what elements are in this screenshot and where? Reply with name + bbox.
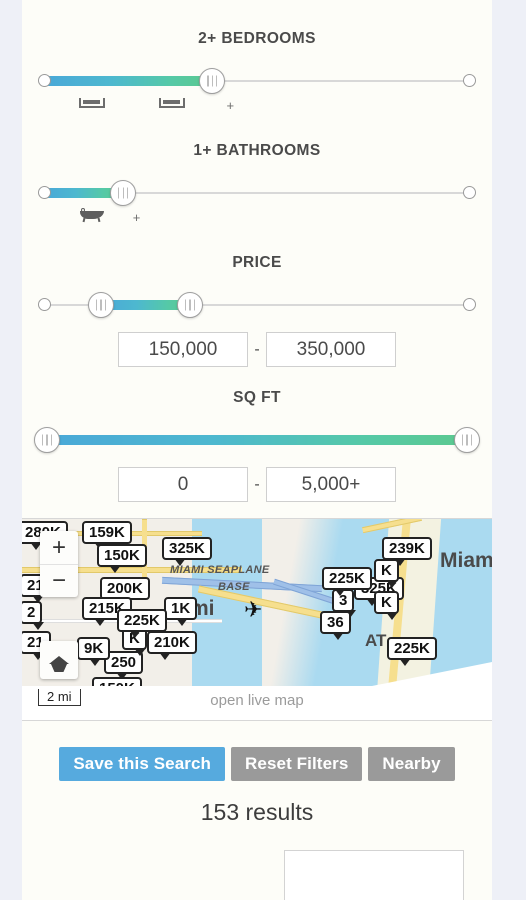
slider-fill — [44, 435, 470, 445]
map-price-pin[interactable]: 225K — [117, 609, 167, 638]
grip-icon — [462, 434, 472, 446]
bedrooms-slider-handle[interactable] — [199, 68, 226, 94]
map-price-pin[interactable]: 159K — [82, 521, 132, 550]
filter-sqft: SQ FT - — [22, 367, 492, 502]
slider-fill — [44, 76, 213, 86]
grip-icon — [207, 75, 218, 87]
slider-endcap-left — [38, 186, 51, 199]
bathrooms-slider-handle[interactable] — [110, 180, 137, 206]
map-price-pin[interactable]: 225K — [387, 637, 437, 666]
filter-bedrooms: 2+ BEDROOMS + — [22, 0, 492, 120]
blank-text-input[interactable] — [284, 850, 464, 900]
price-slider-handle-min[interactable] — [87, 292, 114, 318]
map-zoom-in-button[interactable]: + — [40, 531, 78, 564]
map-draw-polygon-button[interactable] — [40, 641, 78, 679]
open-live-map-bar[interactable]: open live map — [22, 662, 492, 720]
reset-filters-button[interactable]: Reset Filters — [231, 747, 363, 781]
grip-icon — [42, 434, 52, 446]
map-price-pin[interactable]: 36 — [320, 611, 351, 640]
map-city-label: AT — [365, 631, 387, 650]
airplane-icon: ✈ — [244, 597, 263, 622]
bedrooms-ticks: + — [34, 96, 480, 120]
slider-endcap-left — [38, 298, 51, 311]
bathrooms-slider[interactable] — [34, 180, 480, 206]
filter-panel: 2+ BEDROOMS + 1+ BATHROOMS + PRICE 150,0… — [22, 0, 492, 900]
map-price-pin[interactable]: 239K — [382, 537, 432, 566]
sqft-range-dash: - — [254, 475, 260, 493]
map-price-pin[interactable]: 150K — [97, 544, 147, 573]
map-price-pin[interactable]: 2 — [22, 601, 45, 630]
price-max-input[interactable] — [266, 332, 396, 367]
pentagon-icon — [49, 656, 69, 664]
sqft-slider-handle-max[interactable] — [454, 427, 480, 453]
sqft-range-inputs: - — [22, 467, 492, 502]
map-price-pin[interactable]: K — [374, 591, 399, 620]
slider-endcap-right — [463, 74, 476, 87]
map-price-pin[interactable]: 210K — [147, 631, 197, 660]
price-slider[interactable] — [34, 292, 480, 318]
filter-bathrooms: 1+ BATHROOMS + — [22, 120, 492, 232]
map-price-pin[interactable]: 1K — [164, 597, 198, 626]
bathrooms-ticks: + — [34, 208, 480, 232]
price-min-input[interactable] — [118, 332, 248, 367]
sqft-slider-handle-min[interactable] — [34, 427, 60, 453]
save-this-search-button[interactable]: Save this Search — [59, 747, 226, 781]
bottom-controls: Price: High to Low — [22, 838, 492, 900]
bedrooms-tick-plus: + — [226, 98, 235, 113]
grip-icon — [185, 299, 196, 311]
map-preview[interactable]: ✈ MIAMI SEAPLANE BASE Miam mi AT 280K159… — [22, 518, 492, 721]
sqft-min-input[interactable] — [118, 467, 248, 502]
price-range-inputs: - — [22, 332, 492, 367]
map-price-pin[interactable]: 325K — [162, 537, 212, 566]
map-place-label: BASE — [218, 581, 250, 593]
bedrooms-title: 2+ BEDROOMS — [198, 30, 316, 47]
bed-icon — [78, 96, 105, 109]
app-root: 2+ BEDROOMS + 1+ BATHROOMS + PRICE 150,0… — [0, 0, 526, 900]
nearby-button[interactable]: Nearby — [368, 747, 455, 781]
action-buttons: Save this Search Reset Filters Nearby — [22, 747, 492, 781]
bathtub-icon — [78, 208, 106, 224]
sqft-max-input[interactable] — [266, 467, 396, 502]
filter-price: PRICE - — [22, 232, 492, 367]
grip-icon — [95, 299, 106, 311]
map-zoom-out-button[interactable]: − — [40, 564, 78, 597]
map-scale-bar: 2 mi — [38, 689, 81, 706]
bathrooms-tick-plus: + — [132, 210, 141, 225]
grip-icon — [118, 187, 129, 199]
map-corner-shape — [372, 662, 492, 686]
bedrooms-slider[interactable] — [34, 68, 480, 94]
map-city-label: Miam — [440, 549, 492, 572]
map-price-pin[interactable]: 225K — [322, 567, 372, 596]
price-slider-handle-max[interactable] — [177, 292, 204, 318]
slider-endcap-left — [38, 74, 51, 87]
price-range-dash: - — [254, 340, 260, 358]
sqft-title: SQ FT — [233, 389, 281, 406]
bed-icon — [159, 96, 186, 109]
price-title: PRICE — [232, 254, 282, 271]
sqft-slider[interactable] — [34, 427, 480, 453]
slider-endcap-right — [463, 298, 476, 311]
bathrooms-title: 1+ BATHROOMS — [193, 142, 321, 159]
results-count: 153 results — [200, 799, 314, 825]
map-price-pin[interactable]: 9K — [77, 637, 111, 666]
slider-endcap-right — [463, 186, 476, 199]
map-zoom-controls[interactable]: + − — [40, 531, 78, 597]
open-live-map-label: open live map — [210, 692, 304, 709]
